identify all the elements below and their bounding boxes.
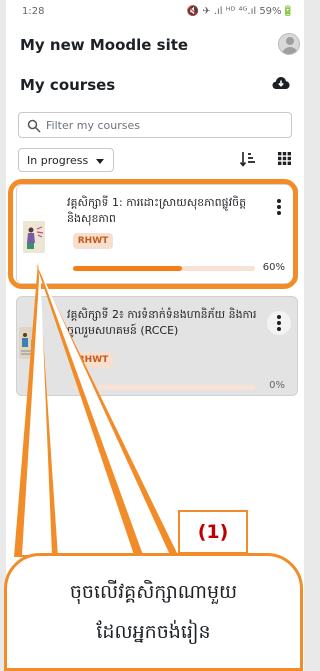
highlight-box <box>8 179 298 289</box>
progress-filter-dropdown[interactable]: In progress <box>18 148 114 172</box>
progress-percent: 0% <box>269 380 285 391</box>
sort-icon[interactable] <box>240 151 256 167</box>
progress-filter-label: In progress <box>27 154 89 167</box>
course-title[interactable]: វគ្គសិក្សាទី 2៖ ការទំនាក់ទំនងហានិភ័យ និង… <box>67 307 263 339</box>
more-options-icon[interactable] <box>267 311 291 335</box>
search-icon <box>27 119 41 133</box>
course-card-2[interactable]: វគ្គសិក្សាទី 2៖ ការទំនាក់ទំនងហានិភ័យ និង… <box>16 296 298 396</box>
instruction-line-2: ដែលអ្នកចង់រៀន <box>96 621 211 643</box>
cloud-download-icon[interactable] <box>272 76 290 90</box>
user-avatar-icon[interactable] <box>278 33 300 55</box>
status-time: 1:28 <box>22 6 45 17</box>
status-bar: 1:28 🔇 ✈ .ıl ᴴᴰ ⁴ᴳ.ıl 59%🔋 <box>6 0 304 20</box>
my-courses-heading: My courses <box>20 76 116 94</box>
instruction-line-1: ចុចលើវគ្គសិក្សាណាមួយ <box>69 581 238 603</box>
caret-down-icon <box>96 159 104 164</box>
status-indicators: 🔇 ✈ .ıl ᴴᴰ ⁴ᴳ.ıl 59%🔋 <box>186 6 294 17</box>
site-title: My new Moodle site <box>20 36 189 54</box>
course-image <box>19 327 41 359</box>
filter-courses-input[interactable] <box>46 116 286 134</box>
step-number-label: (1) <box>178 510 248 554</box>
course-category-badge: RHWT <box>73 352 113 368</box>
filter-courses-field[interactable] <box>18 112 292 138</box>
grid-view-icon[interactable] <box>278 152 291 165</box>
progress-bar <box>73 385 255 390</box>
instruction-callout: ចុចលើវគ្គសិក្សាណាមួយ ដែលអ្នកចង់រៀន <box>4 553 303 671</box>
